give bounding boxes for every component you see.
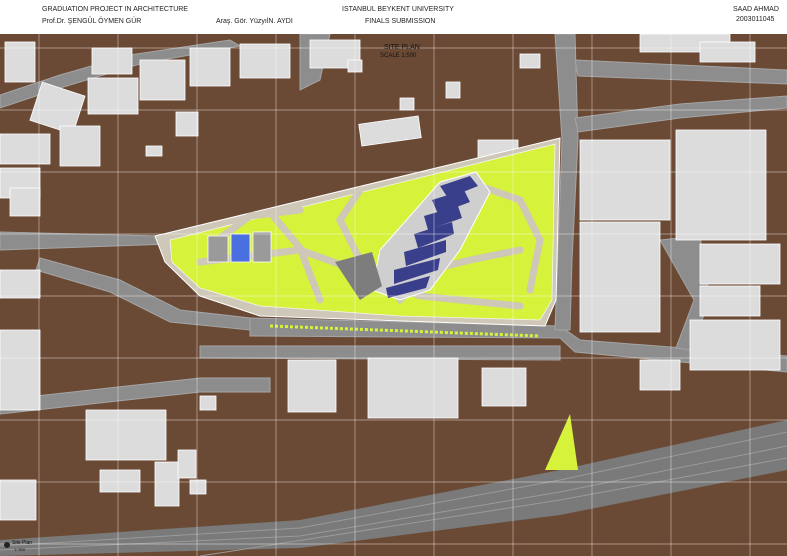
court-2 xyxy=(252,231,272,263)
university-name: ISTANBUL BEYKENT UNIVERSITY xyxy=(342,6,454,13)
plan-scale: SCALE 1:500 xyxy=(380,53,417,59)
title-block: GRADUATION PROJECT IN ARCHITECTURE Prof.… xyxy=(0,0,787,34)
pool xyxy=(230,233,251,263)
plan-title: SITE PLAN xyxy=(384,44,420,51)
corner-title: Site Plan xyxy=(12,540,32,546)
assistant-name: Araş. Gör. YüzyılN. AYDI xyxy=(216,18,293,25)
submission-label: FINALS SUBMISSION xyxy=(365,18,436,25)
course-title: GRADUATION PROJECT IN ARCHITECTURE xyxy=(42,6,188,13)
corner-scale: 1: 500 xyxy=(14,547,26,552)
court-1 xyxy=(207,235,229,263)
north-arrow-icon xyxy=(4,542,10,548)
student-name: SAAD AHMAD xyxy=(733,6,779,13)
student-id: 2003011045 xyxy=(736,16,775,23)
instructor-name: Prof.Dr. ŞENGÜL ÖYMEN GÜR xyxy=(42,18,142,25)
site-plan-drawing: SITE PLAN SCALE 1:500 Site Plan 1: 500 xyxy=(0,34,787,556)
